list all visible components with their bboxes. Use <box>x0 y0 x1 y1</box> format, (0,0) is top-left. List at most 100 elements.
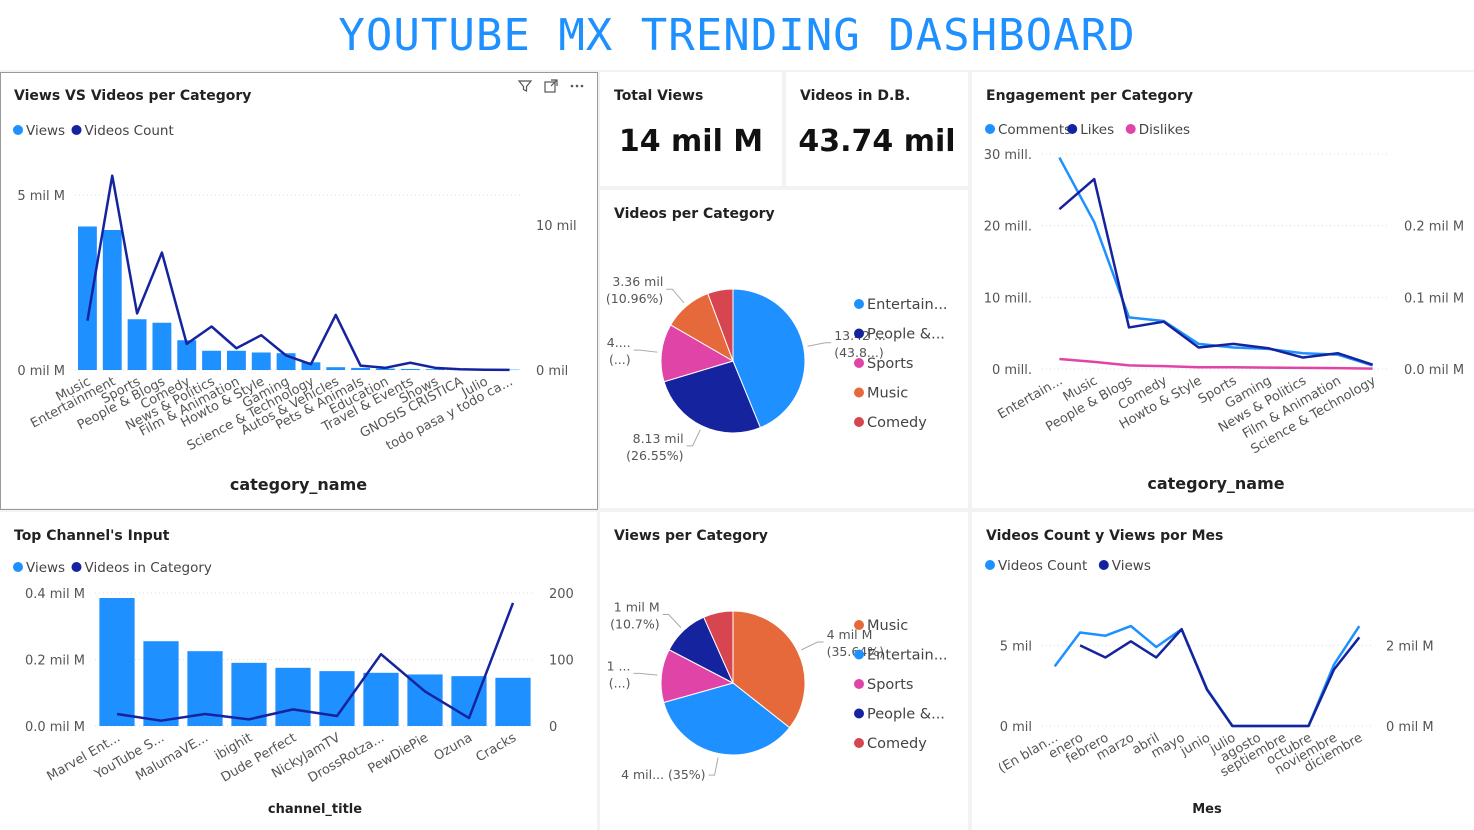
videos-per-category-card[interactable]: Videos per Category 13.42 ... (43.8...) 8.… <box>600 190 968 508</box>
top-channels-chart: Views Videos in Category 0.0 mil M 0.2 mil … <box>13 560 574 817</box>
legend-label: Videos Count <box>85 123 174 139</box>
legend-label: Music <box>867 386 908 402</box>
y2-tick-label: 0 mil M <box>1386 720 1434 735</box>
bar <box>495 677 531 726</box>
series-line <box>1059 357 1373 370</box>
x-axis-title: channel_title <box>268 802 362 817</box>
leader-line <box>662 614 682 628</box>
legend-marker <box>854 620 864 630</box>
videos-per-category-pie: 13.42 ...(43.8...)8.13 mil(26.55%)4....(… <box>606 274 948 463</box>
legend-marker <box>1067 124 1078 134</box>
legend-label: Entertain... <box>867 648 948 664</box>
series-line <box>1053 624 1361 728</box>
legend-label: Likes <box>1080 122 1114 138</box>
monthly-card[interactable]: Videos Count y Views por Mes Videos Coun… <box>972 512 1474 830</box>
y-tick-label: 5 mil <box>1000 639 1032 654</box>
slice-percent: (10.7%) <box>610 617 659 632</box>
bar <box>363 672 399 726</box>
bar <box>127 319 147 370</box>
legend-label: Videos Count <box>998 558 1087 574</box>
bar <box>275 667 311 726</box>
slice-percent: (...) <box>609 352 631 367</box>
bar <box>202 350 222 370</box>
x-tick-label: Cracks <box>474 730 520 765</box>
views-per-category-card[interactable]: Views per Category 4 mil M(35.64%)4 mil.… <box>600 512 968 830</box>
legend-label: Entertain... <box>867 297 948 313</box>
legend-marker <box>854 738 864 748</box>
engagement-card[interactable]: Engagement per Category Comments Likes Dis… <box>972 72 1474 508</box>
slice-percent: (10.96%) <box>606 291 663 306</box>
y2-tick-label: 0 <box>549 720 557 735</box>
slice-label: 4 mil... (35%) <box>621 767 705 782</box>
kpi-label: Total Views <box>614 88 704 104</box>
views-vs-videos-card[interactable]: Views VS Videos per Category Views Videos… <box>0 72 597 508</box>
x-axis-title: Mes <box>1192 802 1222 817</box>
legend-label: People &... <box>867 707 945 723</box>
bar <box>99 597 135 726</box>
y-tick-label: 30 mill. <box>984 148 1032 163</box>
leader-line <box>633 349 658 353</box>
dashboard-title: YOUTUBE MX TRENDING DASHBOARD <box>0 0 1474 70</box>
legend-label: Videos in Category <box>85 560 212 576</box>
views-vs-videos-chart: Views Videos Count 0 mil M 5 mil M 0 mil 10 m… <box>13 123 577 494</box>
y2-tick-label: 0 mil <box>536 364 568 379</box>
legend-marker <box>71 562 82 572</box>
bar <box>351 367 371 370</box>
legend-marker <box>854 417 864 427</box>
slice-label: 1 mil M <box>614 600 660 615</box>
legend-label: Comedy <box>867 736 927 752</box>
legend-marker <box>1098 560 1109 570</box>
slice-label: 1 ... <box>607 658 631 673</box>
y2-tick-label: 2 mil M <box>1386 639 1434 654</box>
kpi-value: 14 mil M <box>618 124 764 159</box>
series-line <box>86 174 510 372</box>
bar <box>400 368 420 370</box>
y2-tick-label: 0.2 mil M <box>1404 220 1464 235</box>
y2-tick-label: 0.0 mil M <box>1404 363 1464 378</box>
y-tick-label: 0 mil <box>1000 720 1032 735</box>
slice-label: 4 mil M <box>827 627 873 642</box>
leader-line <box>807 342 832 347</box>
legend-label: Views <box>26 560 65 576</box>
leader-line <box>708 757 719 776</box>
legend-marker <box>1125 124 1136 134</box>
legend-label: Sports <box>867 356 913 372</box>
y-tick-label: 5 mil M <box>17 189 65 204</box>
legend-marker <box>854 328 864 339</box>
y2-tick-label: 0.1 mil M <box>1404 291 1464 306</box>
legend-marker <box>854 299 864 309</box>
legend-label: Views <box>26 123 65 139</box>
slice-label: 8.13 mil <box>633 431 684 446</box>
series-line <box>1058 156 1373 367</box>
y-tick-label: 20 mill. <box>984 220 1032 235</box>
top-channels-card[interactable]: Top Channel's Input Views Videos in Categ… <box>0 512 597 830</box>
legend-marker <box>71 125 82 135</box>
legend-marker <box>985 560 995 570</box>
legend-label: Sports <box>867 677 913 693</box>
engagement-chart: Comments Likes Dislikes 0 mill. 10 mill. 20 m… <box>984 122 1464 493</box>
bar <box>143 641 179 726</box>
bar <box>251 352 271 370</box>
leader-line <box>801 641 824 651</box>
leader-line <box>633 672 658 676</box>
y-tick-label: 0.2 mil M <box>25 654 85 669</box>
videos-in-db-card[interactable]: Videos in D.B. 43.74 mil <box>786 72 968 186</box>
legend-marker <box>854 708 864 719</box>
bar <box>102 230 122 370</box>
legend-marker <box>985 124 995 134</box>
legend-marker <box>13 125 23 135</box>
kpi-label: Videos in D.B. <box>800 88 911 104</box>
y2-tick-label: 10 mil <box>536 219 577 234</box>
series-line <box>1058 177 1373 366</box>
y-tick-label: 0.0 mil M <box>25 720 85 735</box>
legend-label: Comedy <box>867 415 927 431</box>
total-views-card[interactable]: Total Views 14 mil M <box>600 72 782 186</box>
legend-label: People &... <box>867 327 945 343</box>
y-tick-label: 10 mill. <box>984 291 1032 306</box>
series-line <box>1079 628 1361 728</box>
bar <box>77 226 97 370</box>
legend-marker <box>854 358 864 368</box>
legend-label: Dislikes <box>1139 122 1190 138</box>
legend-label: Comments <box>998 122 1071 138</box>
slice-label: 3.36 mil <box>612 274 663 289</box>
